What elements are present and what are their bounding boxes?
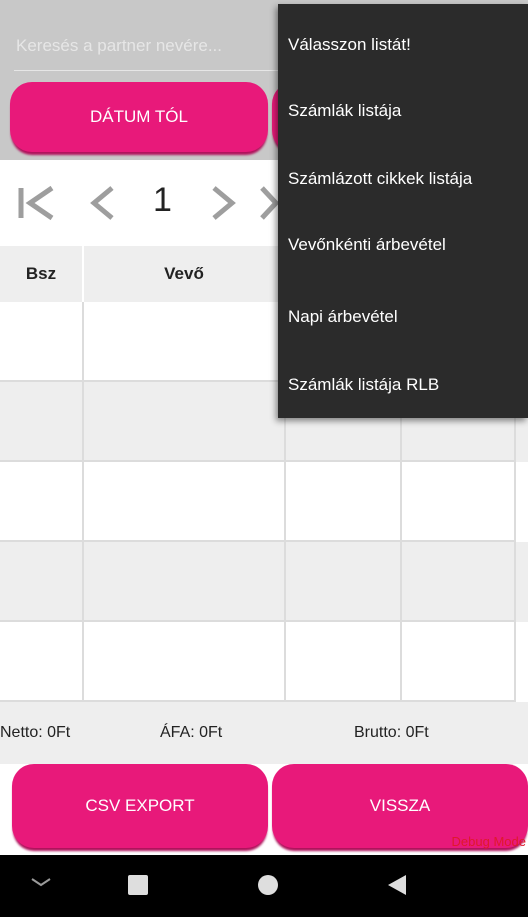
last-page-icon[interactable] [258,180,280,232]
menu-item-revenue-by-customer[interactable]: Vevőnkénti árbevétel [278,214,528,276]
afa-total: ÁFA: 0Ft [160,724,223,741]
csv-export-button[interactable]: CSV EXPORT [12,764,268,848]
table-row[interactable] [0,542,528,622]
column-header-bsz[interactable]: Bsz [0,246,84,302]
table-row[interactable] [0,622,528,702]
previous-page-icon[interactable] [90,180,116,232]
home-icon[interactable] [257,874,279,901]
recent-apps-icon[interactable] [127,874,149,901]
csv-export-label: CSV EXPORT [85,796,195,815]
menu-item-invoice-list[interactable]: Számlák listája [278,80,528,142]
keyboard-hide-icon[interactable] [30,875,52,894]
next-page-icon[interactable] [210,180,236,232]
menu-item-daily-revenue[interactable]: Napi árbevétel [278,286,528,348]
totals-bar: Netto: 0Ft ÁFA: 0Ft Brutto: 0Ft [0,702,528,764]
system-navigation-bar [0,855,528,917]
netto-total: Netto: 0Ft [0,724,71,741]
first-page-icon[interactable] [16,180,58,232]
partner-search-input[interactable] [14,22,280,71]
menu-item-choose-list[interactable]: Válasszon listát! [278,14,528,76]
debug-mode-label: Debug Mode [451,834,526,849]
back-label: VISSZA [369,796,431,815]
back-icon[interactable] [386,873,408,902]
list-select-menu: Válasszon listát! Számlák listája Számlá… [278,4,528,418]
date-from-button[interactable]: DÁTUM TÓL [10,82,268,152]
menu-item-invoice-list-rlb[interactable]: Számlák listája RLB [278,354,528,416]
current-page-number: 1 [153,181,172,219]
menu-item-invoiced-items-list[interactable]: Számlázott cikkek listája [278,148,528,210]
brutto-total: Brutto: 0Ft [354,724,429,741]
date-from-label: DÁTUM TÓL [90,107,188,126]
table-row[interactable] [0,462,528,542]
column-header-vevo[interactable]: Vevő [84,246,286,302]
